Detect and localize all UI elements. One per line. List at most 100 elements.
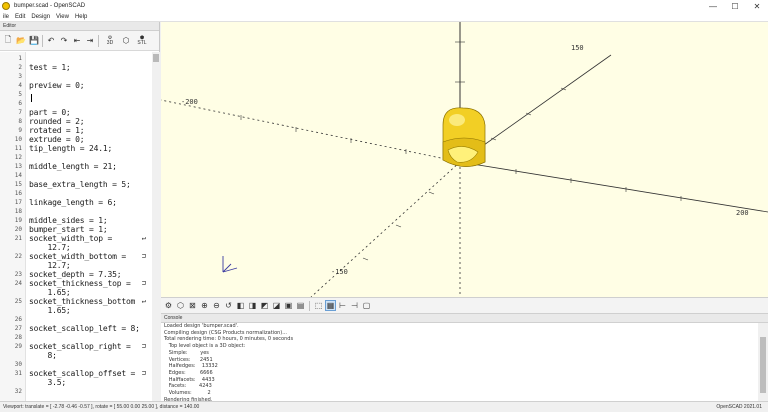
code-line[interactable]: 20 bumper_start = 1; — [0, 225, 150, 234]
view-front-icon[interactable]: ▣ — [283, 300, 294, 311]
code-line[interactable]: 18 — [0, 207, 150, 216]
code-line[interactable]: 14 — [0, 171, 150, 180]
orthogonal-icon[interactable]: ▦ — [325, 300, 336, 311]
code-line[interactable]: 29 socket_scallop_right = ⊐ — [0, 342, 150, 351]
view-right-icon[interactable]: ◧ — [235, 300, 246, 311]
preview-icon[interactable]: ⚙ — [163, 300, 174, 311]
code-text: preview = 0; — [29, 81, 85, 90]
line-number: 6 — [18, 100, 22, 107]
console-output[interactable]: Loaded design 'bumper.scad'. Compiling d… — [161, 323, 758, 403]
code-line[interactable]: 3 — [0, 72, 150, 81]
rendered-object[interactable] — [442, 107, 486, 167]
code-line[interactable]: 19 middle_sides = 1; — [0, 216, 150, 225]
menu-view[interactable]: View — [53, 14, 72, 20]
code-line[interactable]: 12.7; — [0, 243, 150, 252]
code-line[interactable]: 32 — [0, 387, 150, 396]
code-line[interactable]: 25 socket_thickness_bottom ↵ — [0, 297, 150, 306]
line-number: 19 — [14, 217, 22, 224]
code-line[interactable]: 5 — [0, 90, 150, 99]
console-line: Volumes: 2 — [164, 390, 211, 397]
zoom-in-icon[interactable]: ⊕ — [199, 300, 210, 311]
code-line[interactable]: 8; — [0, 351, 150, 360]
line-number: 21 — [14, 235, 22, 242]
view-left-icon[interactable]: ◪ — [271, 300, 282, 311]
status-bar: Viewport: translate = [ -2.78 -0.46 -0.5… — [0, 401, 768, 412]
code-line[interactable]: 2 test = 1; — [0, 63, 150, 72]
code-editor[interactable]: 1 2 test = 1; 3 4 preview = 0; 5 6 7 part = 0; 8 ro… — [0, 52, 160, 401]
render-cube-icon[interactable]: ⬡ — [120, 34, 132, 48]
console-scrollbar[interactable] — [758, 323, 768, 401]
code-line[interactable]: 13 middle_length = 21; — [0, 162, 150, 171]
line-number: 20 — [14, 226, 22, 233]
editor-scrollbar[interactable] — [152, 52, 160, 401]
code-line[interactable]: 9 rotated = 1; — [0, 126, 150, 135]
editor-scrollbar-thumb[interactable] — [153, 54, 159, 62]
menu-file[interactable]: ile — [0, 14, 12, 20]
code-line[interactable]: 8 rounded = 2; — [0, 117, 150, 126]
redo-icon[interactable]: ↷ — [58, 34, 70, 48]
close-button[interactable]: ✕ — [746, 0, 768, 12]
code-line[interactable]: 12.7; — [0, 261, 150, 270]
code-line[interactable]: 4 preview = 0; — [0, 81, 150, 90]
code-line[interactable]: 17 linkage_length = 6; — [0, 198, 150, 207]
show-axes-icon[interactable]: ⊢ — [337, 300, 348, 311]
code-line[interactable]: 6 — [0, 99, 150, 108]
code-text: base_extra_length = 5; — [29, 180, 131, 189]
reset-view-icon[interactable]: ↺ — [223, 300, 234, 311]
console-scrollbar-thumb[interactable] — [760, 337, 766, 393]
code-line[interactable]: 28 — [0, 333, 150, 342]
code-line[interactable]: 1.65; — [0, 288, 150, 297]
show-edges-icon[interactable]: ▢ — [361, 300, 372, 311]
line-wrap-icon: ⊐ — [141, 342, 146, 350]
code-line[interactable]: 23 socket_depth = 7.35; — [0, 270, 150, 279]
code-line[interactable]: 1 — [0, 54, 150, 63]
code-line[interactable]: 10 extrude = 0; — [0, 135, 150, 144]
code-line[interactable]: 15 base_extra_length = 5; — [0, 180, 150, 189]
code-line[interactable]: 3.5; — [0, 378, 150, 387]
axis-label-x-neg: -200 — [181, 98, 198, 106]
code-line[interactable]: 21 socket_width_top = ↵ — [0, 234, 150, 243]
open-file-icon[interactable]: 📂 — [15, 34, 27, 48]
indent-icon[interactable]: ⇥ — [84, 34, 96, 48]
view-bottom-icon[interactable]: ◩ — [259, 300, 270, 311]
code-line[interactable]: 24 socket_thickness_top = ⊐ — [0, 279, 150, 288]
code-line[interactable]: 22 socket_width_bottom = ⊐ — [0, 252, 150, 261]
save-file-icon[interactable]: 💾 — [28, 34, 40, 48]
menu-design[interactable]: Design — [28, 14, 53, 20]
menu-help[interactable]: Help — [72, 14, 90, 20]
minimize-button[interactable]: — — [702, 0, 724, 12]
code-line[interactable]: 11 tip_length = 24.1; — [0, 144, 150, 153]
code-text: rounded = 2; — [29, 117, 85, 126]
code-line[interactable]: 27 socket_scallop_left = 8; — [0, 324, 150, 333]
maximize-button[interactable]: ☐ — [724, 0, 746, 12]
view-back-icon[interactable]: ▤ — [295, 300, 306, 311]
code-line[interactable]: 16 — [0, 189, 150, 198]
editor-pane: Editor 🗋 📂 💾 ↶ ↷ ⇤ ⇥ ⚙ 3D ⬡ ⬢ STL 1 2 test =… — [0, 22, 160, 401]
unindent-icon[interactable]: ⇤ — [71, 34, 83, 48]
code-text: socket_scallop_left = 8; — [29, 324, 140, 333]
code-text: bumper_start = 1; — [29, 225, 108, 234]
render-icon[interactable]: ⬡ — [175, 300, 186, 311]
code-line[interactable]: 1.65; — [0, 306, 150, 315]
3d-viewport[interactable]: 200 150 -200 -150 — [161, 22, 768, 297]
line-number — [0, 378, 24, 387]
code-line[interactable]: 30 — [0, 360, 150, 369]
export-stl-button[interactable]: ⬢ STL — [133, 34, 151, 48]
perspective-icon[interactable]: ⬚ — [313, 300, 324, 311]
code-line[interactable]: 26 — [0, 315, 150, 324]
code-line[interactable]: 7 part = 0; — [0, 108, 150, 117]
undo-icon[interactable]: ↶ — [45, 34, 57, 48]
new-file-icon[interactable]: 🗋 — [2, 34, 14, 48]
preview-button[interactable]: ⚙ 3D — [101, 34, 119, 48]
code-line[interactable]: 31 socket_scallop_offset = ⊐ — [0, 369, 150, 378]
menu-edit[interactable]: Edit — [12, 14, 28, 20]
view-all-icon[interactable]: ⊠ — [187, 300, 198, 311]
code-line[interactable]: 12 — [0, 153, 150, 162]
code-text: 12.7; — [29, 243, 71, 252]
line-number — [0, 288, 24, 297]
zoom-out-icon[interactable]: ⊖ — [211, 300, 222, 311]
line-number: 18 — [14, 208, 22, 215]
view-top-icon[interactable]: ◨ — [247, 300, 258, 311]
axis-label-x-pos: 200 — [736, 209, 749, 217]
show-scale-icon[interactable]: ⊣ — [349, 300, 360, 311]
